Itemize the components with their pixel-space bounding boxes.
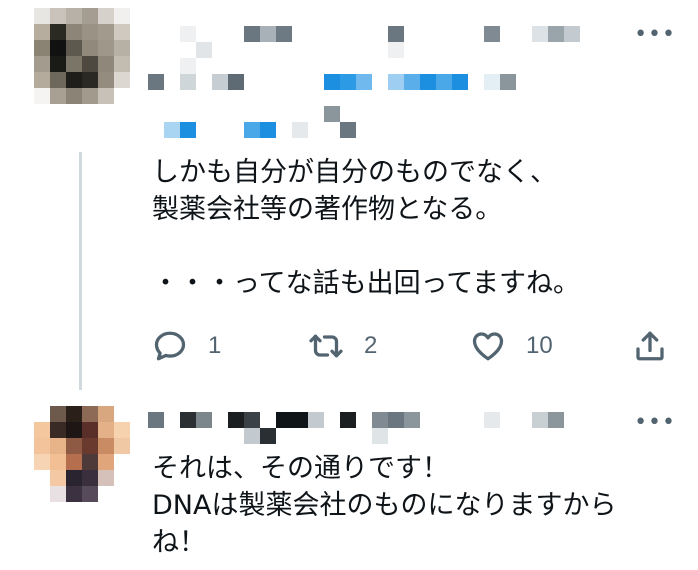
retweet-icon — [309, 334, 343, 358]
like-button[interactable]: 10 — [470, 324, 553, 368]
share-icon — [636, 331, 664, 361]
retweet-count: 2 — [364, 332, 378, 359]
more-options-icon[interactable]: ••• — [634, 412, 676, 434]
tweet-text: それは、その通りです！ DNAは製薬会社のものになりますから ね！ — [152, 453, 617, 558]
tweet-reply[interactable]: ••• それは、その通りです！ DNAは製薬会社のものになりますから ね！ — [0, 398, 698, 570]
tweet-quoted[interactable]: ••• しかも自分が自分のものでなく、 製薬会社等の著作物となる。 ・・・ってな… — [0, 0, 698, 398]
tweet-actions: 1 2 10 — [152, 324, 672, 368]
reply-button[interactable]: 1 — [152, 324, 221, 368]
share-button[interactable] — [632, 324, 668, 368]
reply-count: 1 — [208, 332, 222, 359]
tweet-text: しかも自分が自分のものでなく、 製薬会社等の著作物となる。 ・・・ってな話も出回… — [152, 157, 580, 299]
heart-icon — [472, 332, 504, 361]
like-count: 10 — [526, 332, 553, 359]
avatar-pixelated[interactable] — [34, 8, 130, 104]
thread-connector-line — [79, 152, 82, 390]
reply-icon — [154, 331, 186, 361]
more-options-icon[interactable]: ••• — [634, 24, 676, 46]
avatar-pixelated[interactable] — [34, 406, 130, 502]
retweet-button[interactable]: 2 — [308, 324, 377, 368]
